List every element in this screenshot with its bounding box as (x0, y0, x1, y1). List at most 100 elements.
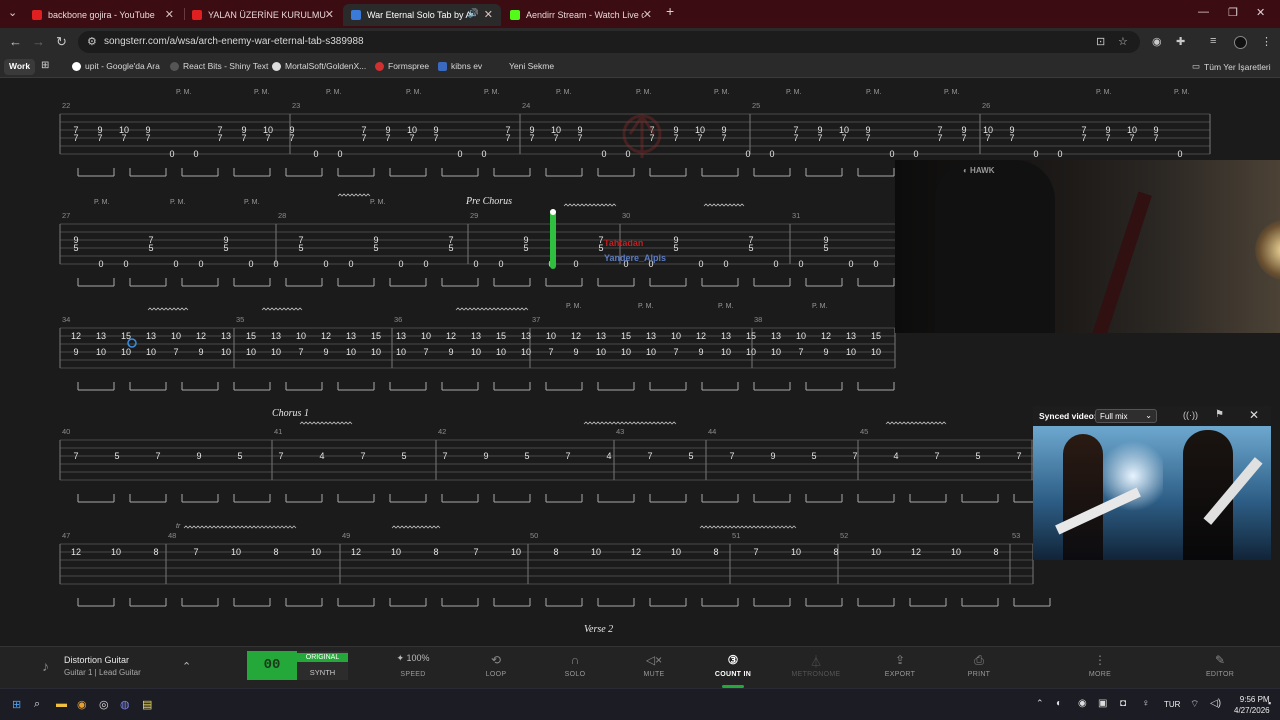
bookmark-star-icon[interactable]: ☆ (1118, 35, 1128, 48)
toggle-original-label[interactable]: ORIGINAL (297, 653, 348, 662)
tab-note: 5 (523, 243, 528, 253)
bookmark-reactbits[interactable]: React Bits - Shiny Text (170, 61, 268, 71)
bookmark-kibns[interactable]: kibns ev (438, 61, 482, 71)
profile-chip[interactable]: Work (4, 59, 36, 75)
avatar[interactable] (1234, 36, 1247, 49)
browser-tab-1[interactable]: backbone gojira - YouTube ✕ (24, 4, 182, 26)
forward-icon[interactable]: → (32, 34, 45, 49)
tab-note: 7 (409, 133, 414, 143)
extension-icon[interactable]: ◉ (1152, 35, 1162, 48)
guitar-icon: ♪ (42, 658, 49, 674)
reload-icon[interactable]: ↻ (56, 34, 67, 50)
palm-mute: P. M. (170, 199, 185, 206)
tab-note: 7 (721, 133, 726, 143)
window-close-button[interactable]: ✕ (1256, 6, 1265, 19)
browser-tab-3[interactable]: War Eternal Solo Tab by Arch 🔊 ✕ (343, 4, 501, 26)
bookmark-google[interactable]: upit - Google'da Ara (72, 61, 160, 71)
discord-icon[interactable]: ◍ (120, 698, 130, 711)
all-bookmarks[interactable]: ▭ Tüm Yer İşaretleri (1192, 61, 1271, 72)
browser-tab-4[interactable]: Aendirr Stream - Watch Live on ✕ (502, 4, 660, 26)
synced-video-mode-select[interactable]: Full mix ⌄ (1095, 409, 1157, 423)
bar-number: 47 (62, 531, 70, 540)
extensions-puzzle-icon[interactable]: ✚ (1176, 35, 1185, 48)
mute-button[interactable]: ◁× MUTE (626, 653, 682, 678)
obs-icon[interactable]: ◎ (99, 698, 109, 711)
tray-icon[interactable]: ◐ (1056, 698, 1062, 709)
audio-icon[interactable]: 🔊 (468, 8, 479, 19)
tab-note: 10 (621, 347, 631, 357)
tray-icon[interactable]: ◉ (1078, 698, 1087, 709)
bar-number: 23 (292, 101, 300, 110)
rhythm-beam (649, 598, 687, 607)
rhythm-beam (909, 494, 947, 503)
apps-icon[interactable]: ⊞ (41, 60, 49, 71)
tab-note: 9 (196, 451, 201, 461)
editor-button[interactable]: ✎ EDITOR (1192, 653, 1248, 678)
tab-note: 7 (217, 133, 222, 143)
original-synth-toggle[interactable]: 00 ORIGINAL SYNTH (247, 651, 348, 680)
back-icon[interactable]: ← (9, 34, 22, 49)
tab-note: 0 (848, 259, 853, 269)
tray-chevron-icon[interactable]: ⌃ (1036, 698, 1044, 709)
input-language[interactable]: TUR (1164, 700, 1180, 709)
chrome-icon[interactable]: ◉ (77, 698, 87, 711)
print-button[interactable]: ⎙ PRINT (951, 653, 1007, 678)
reading-list-icon[interactable]: ≡ (1210, 35, 1216, 47)
bookmark-github[interactable]: MortalSoft/GoldenX... (272, 61, 366, 71)
vibrato (391, 525, 441, 529)
address-bar[interactable]: ⚙ songsterr.com/a/wsa/arch-enemy-war-ete… (78, 31, 1140, 53)
minimize-button[interactable]: — (1198, 6, 1209, 18)
palm-mute: P. M. (638, 303, 653, 310)
close-icon[interactable]: ✕ (165, 8, 174, 21)
speed-label: SPEED (400, 671, 426, 678)
loop-button[interactable]: ⟲ LOOP (468, 653, 524, 678)
file-explorer-icon[interactable]: ▬ (56, 698, 67, 710)
notification-icon[interactable]: ▪ (1268, 698, 1271, 708)
export-button[interactable]: ⇪ EXPORT (872, 653, 928, 678)
menu-icon[interactable]: ⋮ (1261, 35, 1272, 48)
tab-note: 0 (1177, 149, 1182, 159)
more-button[interactable]: ⋮ MORE (1072, 653, 1128, 678)
chevron-up-icon[interactable]: ⌃ (182, 660, 191, 673)
count-in-button[interactable]: ③ COUNT IN (705, 653, 761, 678)
new-tab-button[interactable]: + (666, 3, 674, 19)
close-icon[interactable]: ✕ (1249, 408, 1259, 422)
volume-icon[interactable]: ◁) (1210, 698, 1221, 709)
notes-icon[interactable]: ▤ (142, 698, 152, 711)
bookmark-new-tab[interactable]: Yeni Sekme (496, 61, 554, 71)
close-icon[interactable]: ✕ (325, 8, 334, 21)
install-icon[interactable]: ⊡ (1096, 35, 1105, 48)
synced-video-player[interactable] (1033, 426, 1271, 560)
instrument-selector[interactable]: ♪ Distortion Guitar Guitar 1 | Lead Guit… (34, 652, 202, 684)
rhythm-beam (701, 278, 739, 287)
bookmark-formspree[interactable]: Formspree (375, 61, 429, 71)
tab-note: 13 (146, 331, 156, 341)
url-text[interactable]: songsterr.com/a/wsa/arch-enemy-war-etern… (104, 36, 364, 47)
clock[interactable]: 9:56 PM 4/27/2026 (1234, 694, 1270, 716)
maximize-button[interactable]: ❐ (1228, 6, 1238, 19)
flag-icon[interactable]: ⚑ (1215, 409, 1224, 420)
tray-icon[interactable]: ◘ (1120, 698, 1126, 709)
network-icon[interactable]: ⌔ (1190, 698, 1199, 711)
site-info-icon[interactable]: ⚙ (87, 35, 97, 48)
toggle-synth-label[interactable]: SYNTH (297, 668, 348, 677)
audio-wave-icon[interactable]: ((·)) (1183, 410, 1198, 420)
playhead-cursor[interactable] (550, 209, 556, 269)
metronome-button[interactable]: ⏃ METRONOME (788, 653, 844, 678)
tab-note: 7 (841, 133, 846, 143)
solo-button[interactable]: ∩ SOLO (547, 653, 603, 678)
tray-icon[interactable]: ▣ (1098, 698, 1107, 709)
stream-overlay-text: Yandere_Alpis (604, 253, 666, 263)
search-icon[interactable]: ⌕ (34, 698, 40, 711)
close-icon[interactable]: ✕ (484, 8, 493, 21)
browser-tab-2[interactable]: YALAN ÜZERİNE KURULMUŞ KA ✕ (184, 4, 342, 26)
tab-note: 0 (198, 259, 203, 269)
rhythm-beam (129, 278, 167, 287)
speed-button[interactable]: ✦ 100% SPEED (385, 653, 441, 678)
playhead-knob[interactable] (550, 209, 556, 215)
start-icon[interactable]: ⊞ (12, 698, 21, 711)
rhythm-beam (129, 494, 167, 503)
microphone-icon[interactable]: ♀ (1142, 698, 1150, 709)
tab-search-icon[interactable]: ⌄ (8, 6, 17, 19)
close-icon[interactable]: ✕ (643, 8, 652, 21)
